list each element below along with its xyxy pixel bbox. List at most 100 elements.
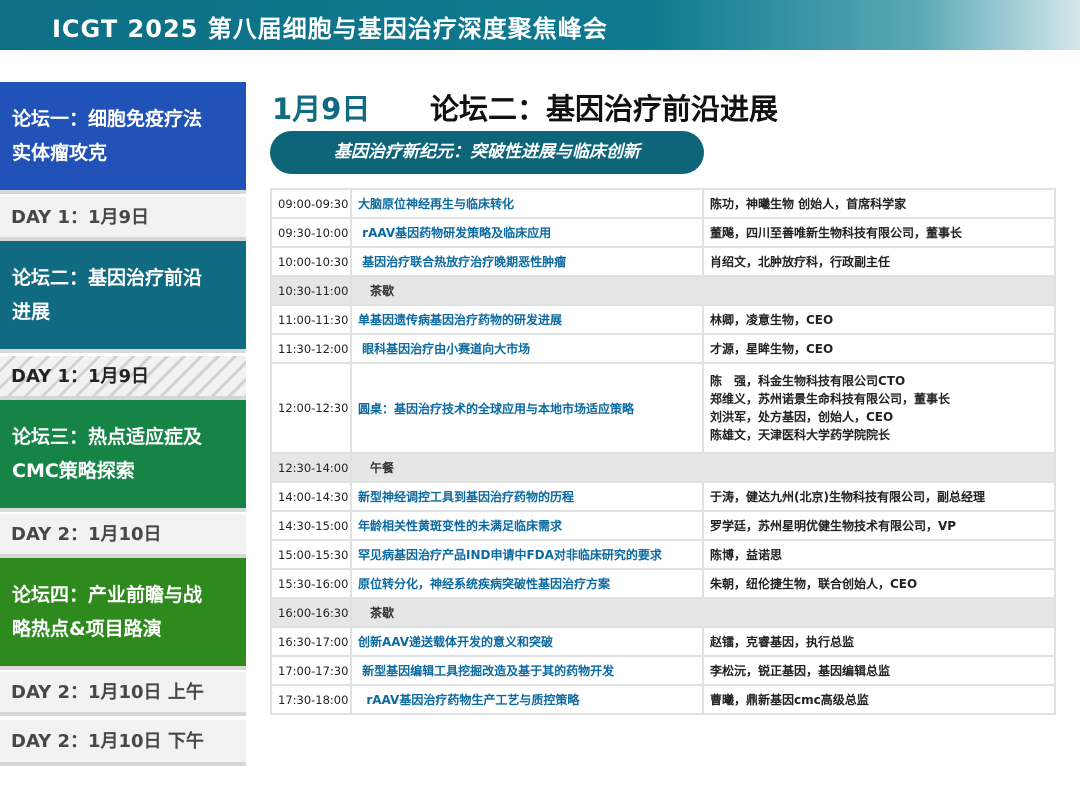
session-time: 11:00-11:30 bbox=[270, 304, 352, 335]
session-speakers: 李松沅，锐正基因，基因编辑总监 bbox=[702, 655, 1056, 686]
speaker-line: 陈雄文，天津医科大学药学院院长 bbox=[710, 428, 891, 442]
sidebar-day-tab-day2[interactable]: DAY 2：1月10日 bbox=[0, 514, 246, 558]
session-time: 16:30-17:00 bbox=[270, 626, 352, 657]
forum4-label-line1: 论坛四：产业前瞻与战 bbox=[12, 584, 203, 606]
schedule-break-row: 10:30-11:00 茶歇 bbox=[270, 275, 1056, 306]
speaker-line: 陈功，神曦生物 创始人，首席科学家 bbox=[710, 196, 907, 211]
session-topic: 罕见病基因治疗产品IND申请中FDA对非临床研究的要求 bbox=[350, 539, 704, 570]
schedule-row: 15:00-15:30 罕见病基因治疗产品IND申请中FDA对非临床研究的要求 陈博… bbox=[270, 539, 1056, 570]
session-time: 12:00-12:30 bbox=[270, 362, 352, 454]
schedule-row: 14:30-15:00 年龄相关性黄斑变性的未满足临床需求 罗学廷，苏州星明优健生物… bbox=[270, 510, 1056, 541]
speaker-line: 林卿，凌意生物，CEO bbox=[710, 312, 834, 327]
session-topic: 创新AAV递送载体开发的意义和突破 bbox=[350, 626, 704, 657]
forum2-label-line1: 论坛二：基因治疗前沿 bbox=[12, 267, 203, 289]
speaker-line: 赵镭，克睿基因，执行总监 bbox=[710, 634, 855, 649]
session-time: 17:00-17:30 bbox=[270, 655, 352, 686]
forum3-label-line1: 论坛三：热点适应症及 bbox=[12, 426, 203, 448]
session-topic: 基因治疗联合热放疗治疗晚期恶性肿瘤 bbox=[350, 246, 704, 277]
session-topic: rAAV基因药物研发策略及临床应用 bbox=[350, 217, 704, 248]
break-label: 茶歇 bbox=[350, 597, 1056, 628]
session-speakers: 林卿，凌意生物，CEO bbox=[702, 304, 1056, 335]
speaker-line: 郑维义，苏州诺景生命科技有限公司，董事长 bbox=[710, 392, 951, 406]
schedule-row: 11:00-11:30 单基因遗传病基因治疗药物的研发进展 林卿，凌意生物，CEO bbox=[270, 304, 1056, 335]
sidebar-day-tab-day2-am[interactable]: DAY 2：1月10日 上午 bbox=[0, 672, 246, 716]
sidebar-item-forum2[interactable]: 论坛二：基因治疗前沿 进展 bbox=[0, 241, 246, 353]
sidebar-item-forum1[interactable]: 论坛一：细胞免疫疗法 实体瘤攻克 bbox=[0, 82, 246, 194]
session-topic: 年龄相关性黄斑变性的未满足临床需求 bbox=[350, 510, 704, 541]
schedule-row: 16:30-17:00 创新AAV递送载体开发的意义和突破 赵镭，克睿基因，执行总监 bbox=[270, 626, 1056, 657]
sidebar-day-tab-day1-active[interactable]: DAY 1：1月9日 bbox=[0, 356, 246, 400]
speaker-line: 肖绍文，北肿放疗科，行政副主任 bbox=[710, 254, 891, 269]
session-speakers: 曹曦，鼎新基因cmc高级总监 bbox=[702, 684, 1056, 715]
forum4-label-line2: 略热点&项目路演 bbox=[12, 618, 162, 640]
schedule-row: 09:00-09:30 大脑原位神经再生与临床转化 陈功，神曦生物 创始人，首席科学… bbox=[270, 188, 1056, 219]
schedule-row: 10:00-10:30 基因治疗联合热放疗治疗晚期恶性肿瘤 肖绍文，北肿放疗科，行… bbox=[270, 246, 1056, 277]
schedule-row: 12:00-12:30 圆桌：基因治疗技术的全球应用与本地市场适应策略陈 强，科金… bbox=[270, 362, 1056, 454]
break-label: 茶歇 bbox=[350, 275, 1056, 306]
speaker-line: 朱朝，纽伦捷生物，联合创始人，CEO bbox=[710, 576, 918, 591]
session-time: 15:00-15:30 bbox=[270, 539, 352, 570]
speaker-line: 李松沅，锐正基因，基因编辑总监 bbox=[710, 663, 891, 678]
speaker-line: 罗学廷，苏州星明优健生物技术有限公司，VP bbox=[710, 518, 957, 533]
schedule-body: 09:00-09:30 大脑原位神经再生与临床转化 陈功，神曦生物 创始人，首席科学… bbox=[270, 188, 1056, 715]
session-speakers: 朱朝，纽伦捷生物，联合创始人，CEO bbox=[702, 568, 1056, 599]
speaker-line: 刘洪军，处方基因，创始人，CEO bbox=[710, 410, 894, 424]
forum2-label-line2: 进展 bbox=[12, 301, 51, 323]
session-time: 16:00-16:30 bbox=[270, 597, 352, 628]
event-title: ICGT 2025 第八届细胞与基因治疗深度聚焦峰会 bbox=[52, 15, 608, 43]
speaker-line: 陈 强，科金生物科技有限公司CTO bbox=[710, 374, 906, 388]
session-topic: 原位转分化，神经系统疾病突破性基因治疗方案 bbox=[350, 568, 704, 599]
session-speakers: 陈功，神曦生物 创始人，首席科学家 bbox=[702, 188, 1056, 219]
schedule-break-row: 16:00-16:30 茶歇 bbox=[270, 597, 1056, 628]
session-topic: 单基因遗传病基因治疗药物的研发进展 bbox=[350, 304, 704, 335]
session-topic: 新型基因编辑工具挖掘改造及基于其的药物开发 bbox=[350, 655, 704, 686]
schedule-row: 17:30-18:00 rAAV基因治疗药物生产工艺与质控策略 曹曦，鼎新基因cm… bbox=[270, 684, 1056, 715]
forum1-label-line2: 实体瘤攻克 bbox=[12, 142, 108, 164]
session-date: 1月9日 bbox=[272, 92, 371, 126]
session-topic: 大脑原位神经再生与临床转化 bbox=[350, 188, 704, 219]
session-speakers: 董飚，四川至善唯新生物科技有限公司，董事长 bbox=[702, 217, 1056, 248]
sidebar-item-forum4[interactable]: 论坛四：产业前瞻与战 略热点&项目路演 bbox=[0, 558, 246, 670]
session-time: 14:30-15:00 bbox=[270, 510, 352, 541]
sidebar-day-tab-day2-pm[interactable]: DAY 2：1月10日 下午 bbox=[0, 720, 246, 766]
schedule-row: 09:30-10:00 rAAV基因药物研发策略及临床应用 董飚，四川至善唯新生物… bbox=[270, 217, 1056, 248]
session-speakers: 陈 强，科金生物科技有限公司CTO 郑维义，苏州诺景生命科技有限公司，董事长 刘洪军… bbox=[702, 362, 1056, 454]
session-topic: 眼科基因治疗由小赛道向大市场 bbox=[350, 333, 704, 364]
session-speakers: 赵镭，克睿基因，执行总监 bbox=[702, 626, 1056, 657]
page-title: 论坛二：基因治疗前沿进展 bbox=[430, 92, 779, 126]
session-speakers: 罗学廷，苏州星明优健生物技术有限公司，VP bbox=[702, 510, 1056, 541]
session-time: 09:00-09:30 bbox=[270, 188, 352, 219]
session-speakers: 肖绍文，北肿放疗科，行政副主任 bbox=[702, 246, 1056, 277]
session-topic: 新型神经调控工具到基因治疗药物的历程 bbox=[350, 481, 704, 512]
session-time: 12:30-14:00 bbox=[270, 452, 352, 483]
session-topic: rAAV基因治疗药物生产工艺与质控策略 bbox=[350, 684, 704, 715]
schedule-break-row: 12:30-14:00 午餐 bbox=[270, 452, 1056, 483]
speaker-line: 董飚，四川至善唯新生物科技有限公司，董事长 bbox=[710, 225, 963, 240]
speaker-line: 陈博，益诺思 bbox=[710, 547, 783, 562]
speaker-line: 于涛，健达九州(北京)生物科技有限公司，副总经理 bbox=[710, 489, 985, 504]
session-speakers: 陈博，益诺思 bbox=[702, 539, 1056, 570]
break-label: 午餐 bbox=[350, 452, 1056, 483]
schedule-row: 14:00-14:30 新型神经调控工具到基因治疗药物的历程 于涛，健达九州(北京)… bbox=[270, 481, 1056, 512]
schedule-row: 15:30-16:00 原位转分化，神经系统疾病突破性基因治疗方案 朱朝，纽伦捷生物… bbox=[270, 568, 1056, 599]
header-banner: ICGT 2025 第八届细胞与基因治疗深度聚焦峰会 bbox=[0, 0, 1080, 50]
schedule-row: 17:00-17:30 新型基因编辑工具挖掘改造及基于其的药物开发 李松沅，锐正基… bbox=[270, 655, 1056, 686]
session-speakers: 才源，星眸生物，CEO bbox=[702, 333, 1056, 364]
session-time: 11:30-12:00 bbox=[270, 333, 352, 364]
session-time: 17:30-18:00 bbox=[270, 684, 352, 715]
session-subtitle-badge: 基因治疗新纪元：突破性进展与临床创新 bbox=[270, 131, 704, 174]
session-time: 10:00-10:30 bbox=[270, 246, 352, 277]
sidebar-item-forum3[interactable]: 论坛三：热点适应症及 CMC策略探索 bbox=[0, 400, 246, 512]
session-speakers: 于涛，健达九州(北京)生物科技有限公司，副总经理 bbox=[702, 481, 1056, 512]
session-time: 14:00-14:30 bbox=[270, 481, 352, 512]
forum3-label-line2: CMC策略探索 bbox=[12, 460, 135, 482]
session-time: 15:30-16:00 bbox=[270, 568, 352, 599]
speaker-line: 才源，星眸生物，CEO bbox=[710, 341, 834, 356]
session-time: 09:30-10:00 bbox=[270, 217, 352, 248]
schedule-row: 11:30-12:00 眼科基因治疗由小赛道向大市场 才源，星眸生物，CEO bbox=[270, 333, 1056, 364]
sidebar-day-tab-day1[interactable]: DAY 1：1月9日 bbox=[0, 197, 246, 241]
forum1-label-line1: 论坛一：细胞免疫疗法 bbox=[12, 108, 203, 130]
session-topic: 圆桌：基因治疗技术的全球应用与本地市场适应策略 bbox=[350, 362, 704, 454]
session-time: 10:30-11:00 bbox=[270, 275, 352, 306]
speaker-line: 曹曦，鼎新基因cmc高级总监 bbox=[710, 692, 869, 707]
